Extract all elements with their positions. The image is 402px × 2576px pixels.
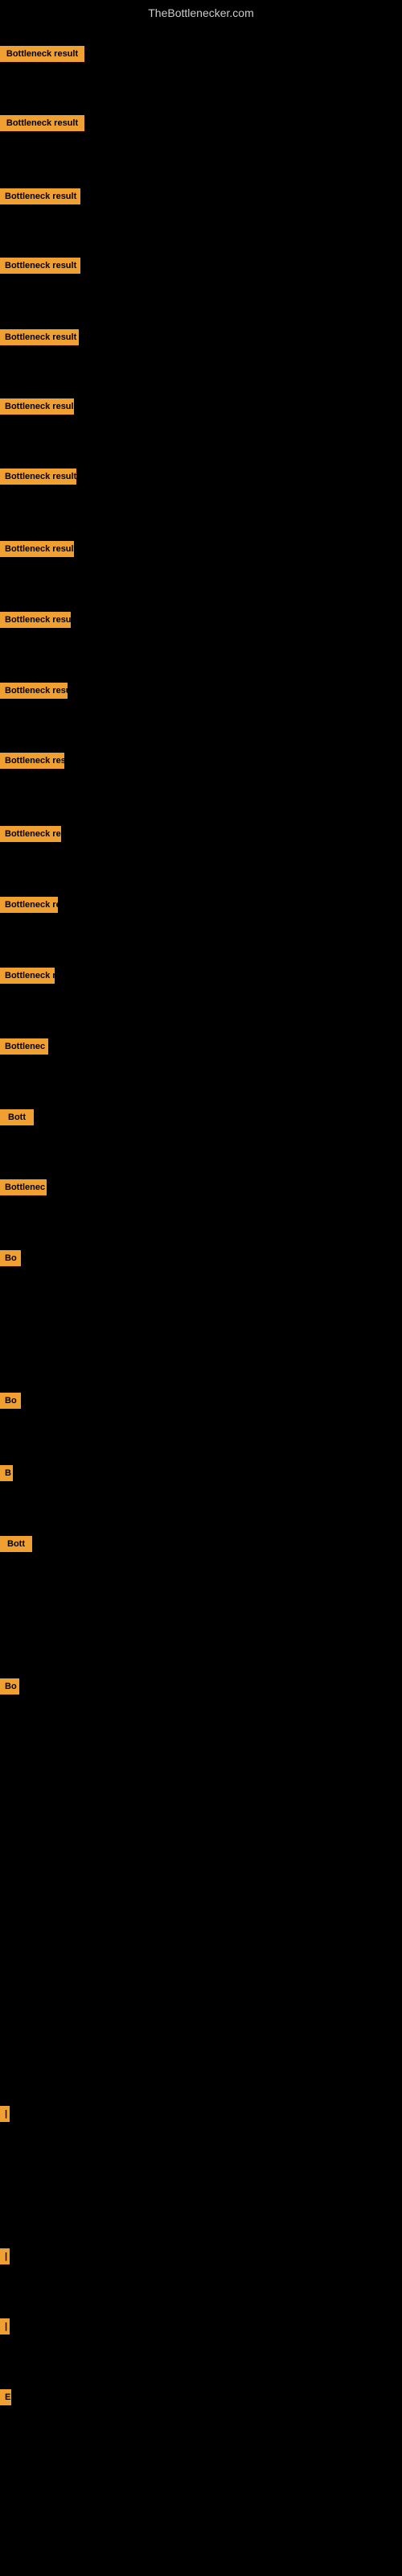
bottleneck-button-22[interactable]: Bo — [0, 1678, 19, 1695]
bottleneck-button-20[interactable]: B — [0, 1465, 13, 1481]
bottleneck-button-13[interactable]: Bottleneck res — [0, 897, 58, 913]
bottleneck-button-26[interactable]: E — [0, 2389, 11, 2405]
bottleneck-button-21[interactable]: Bott — [0, 1536, 32, 1552]
bottleneck-button-11[interactable]: Bottleneck resu — [0, 753, 64, 769]
bottleneck-button-12[interactable]: Bottleneck res — [0, 826, 61, 842]
bottleneck-button-4[interactable]: Bottleneck result — [0, 258, 80, 274]
bottleneck-button-23[interactable]: | — [0, 2106, 10, 2122]
bottleneck-button-19[interactable]: Bo — [0, 1393, 21, 1409]
bottleneck-button-1[interactable]: Bottleneck result — [0, 46, 84, 62]
bottleneck-button-2[interactable]: Bottleneck result — [0, 115, 84, 131]
bottleneck-button-3[interactable]: Bottleneck result — [0, 188, 80, 204]
bottleneck-button-6[interactable]: Bottleneck resul — [0, 398, 74, 415]
bottleneck-button-18[interactable]: Bo — [0, 1250, 21, 1266]
site-title: TheBottlenecker.com — [0, 0, 402, 26]
bottleneck-button-5[interactable]: Bottleneck result — [0, 329, 79, 345]
bottleneck-button-10[interactable]: Bottleneck resu — [0, 683, 68, 699]
bottleneck-button-25[interactable]: | — [0, 2318, 10, 2334]
bottleneck-button-9[interactable]: Bottleneck resul — [0, 612, 71, 628]
bottleneck-button-16[interactable]: Bott — [0, 1109, 34, 1125]
bottleneck-button-24[interactable]: | — [0, 2248, 10, 2264]
bottleneck-button-7[interactable]: Bottleneck result — [0, 469, 76, 485]
bottleneck-button-15[interactable]: Bottlenec — [0, 1038, 48, 1055]
bottleneck-button-17[interactable]: Bottlenec — [0, 1179, 47, 1195]
bottleneck-button-14[interactable]: Bottleneck re — [0, 968, 55, 984]
bottleneck-button-8[interactable]: Bottleneck result — [0, 541, 74, 557]
